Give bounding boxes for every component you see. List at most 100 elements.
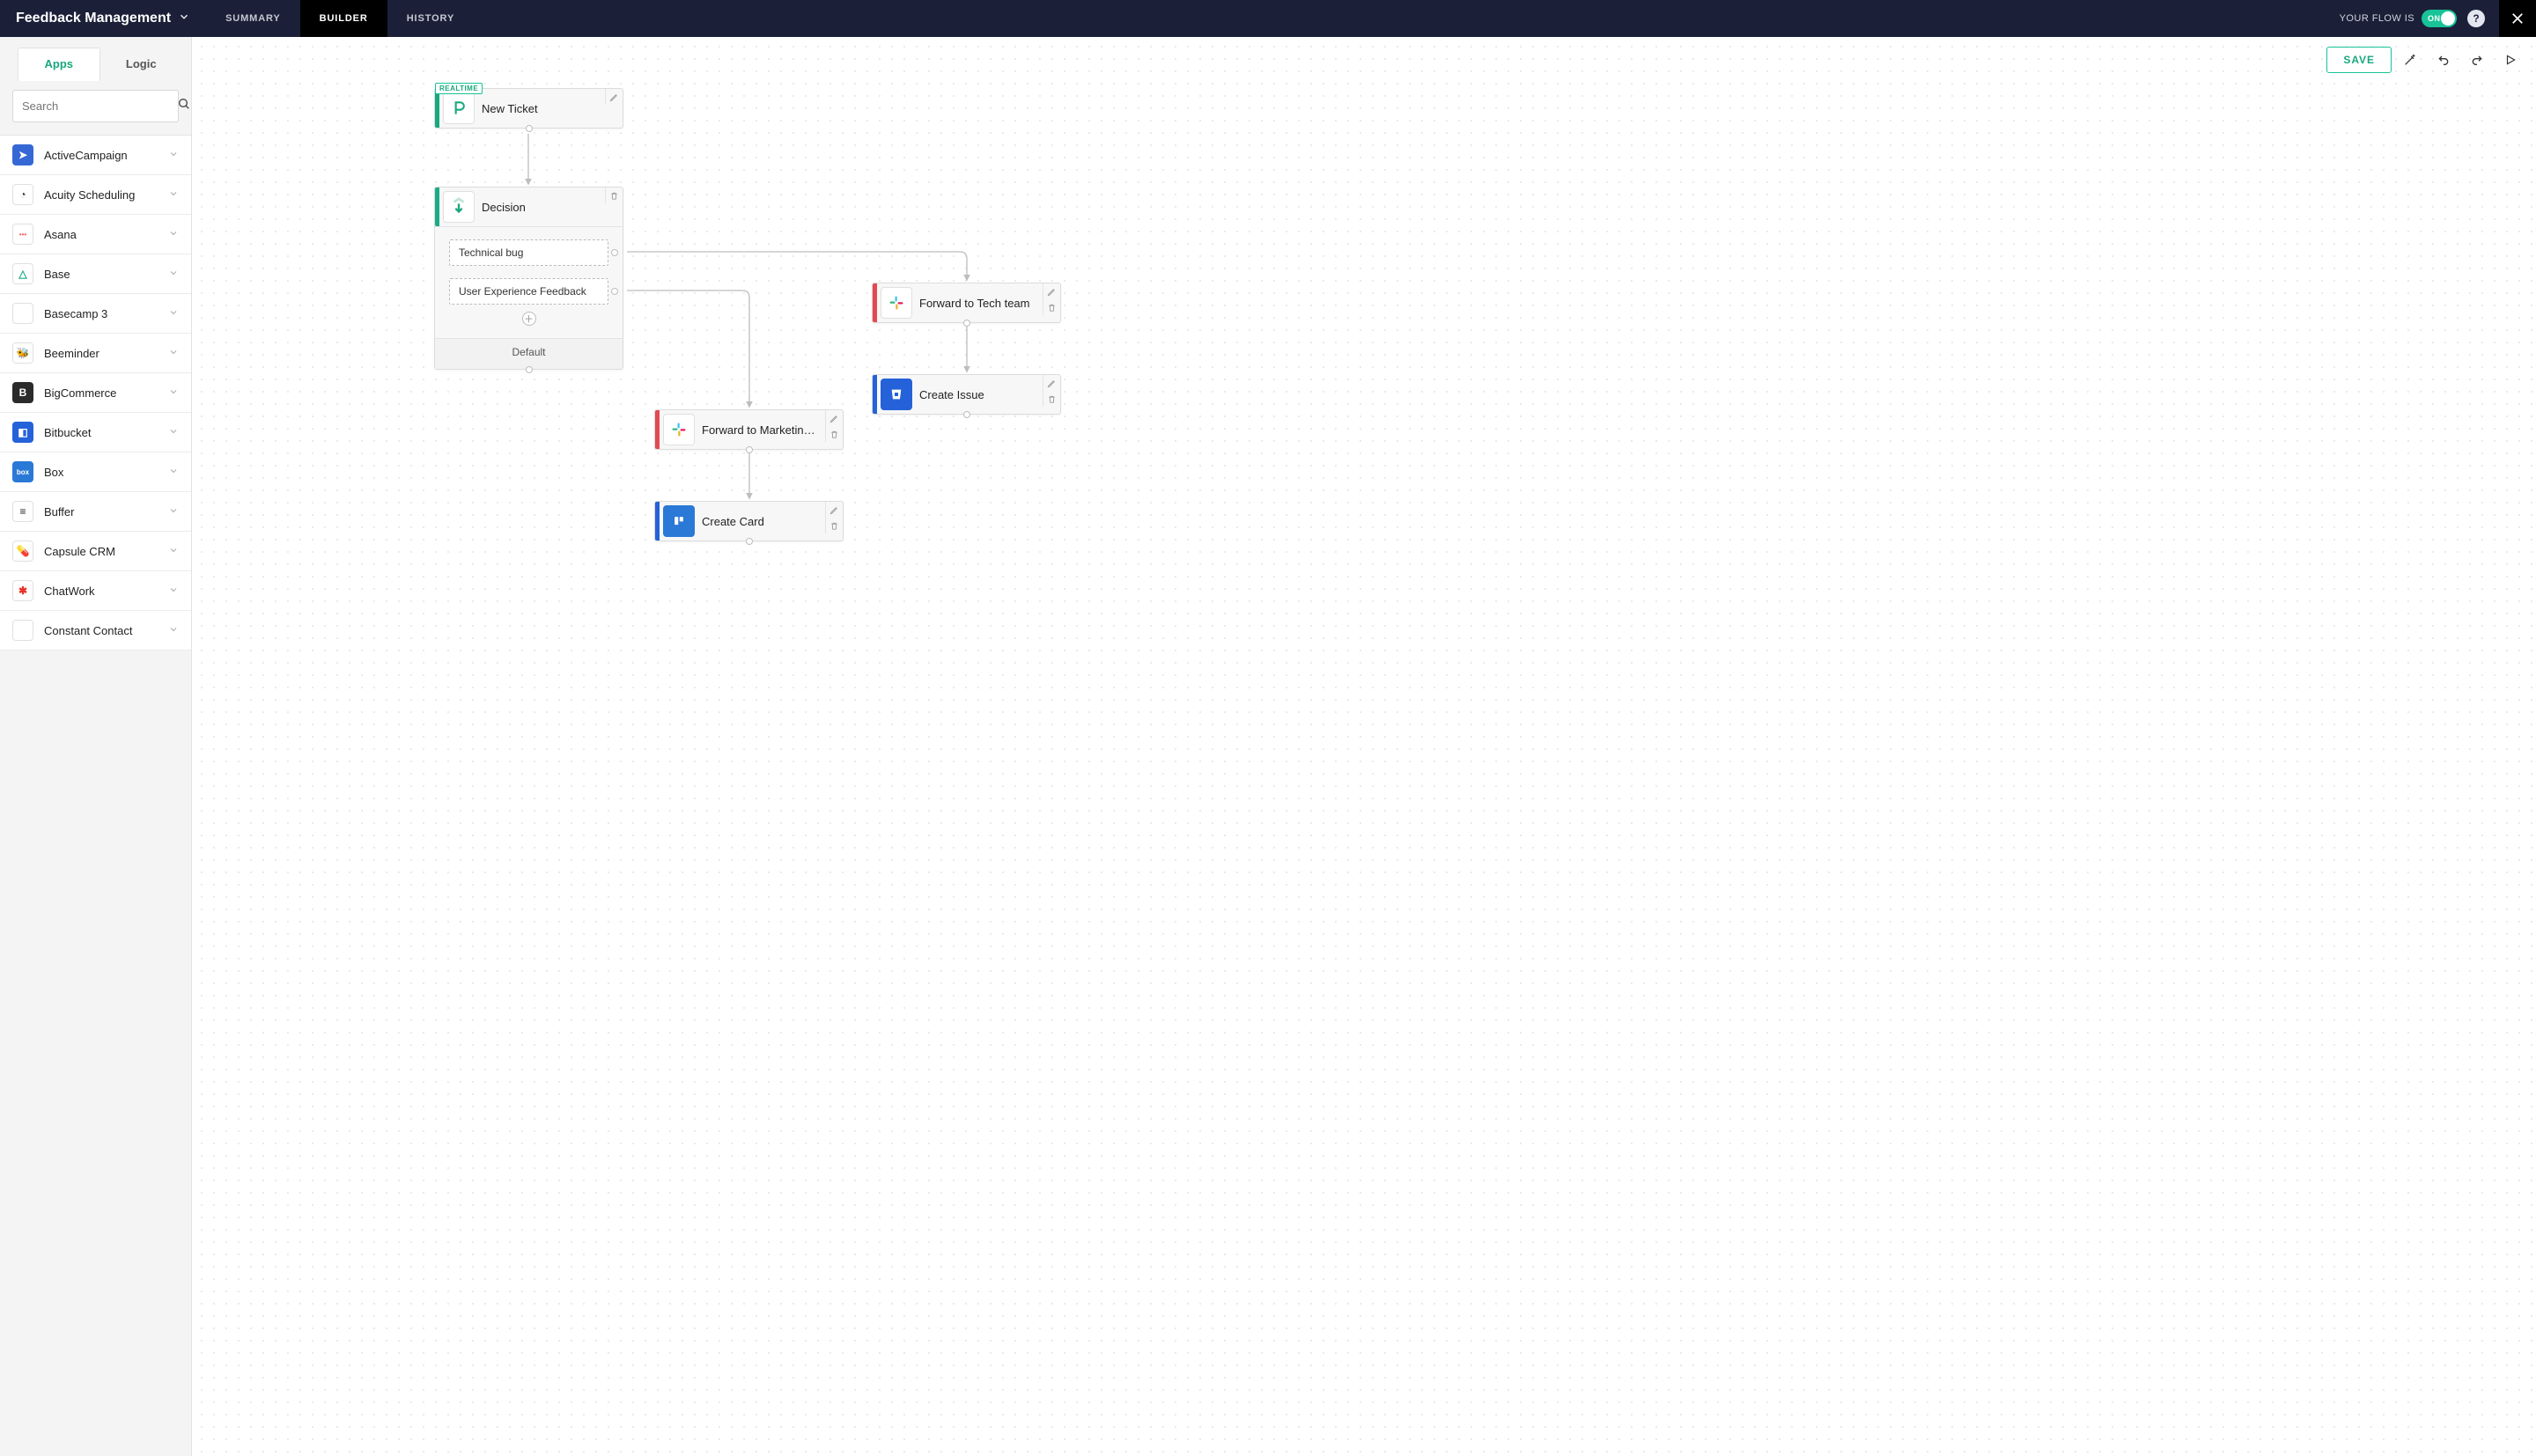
search-input[interactable] (22, 99, 177, 113)
close-button[interactable] (2499, 0, 2536, 37)
delete-icon[interactable] (605, 188, 623, 203)
flow-status: YOUR FLOW IS ON (2340, 10, 2457, 27)
constant-icon: ✉ (12, 620, 33, 641)
app-label: Capsule CRM (44, 545, 115, 558)
app-label: Basecamp 3 (44, 307, 107, 320)
node-forward-tech[interactable]: Forward to Tech team (872, 283, 1061, 323)
activecampaign-icon: ➤ (12, 144, 33, 165)
app-item-acuity[interactable]: ◔Acuity Scheduling (0, 175, 191, 215)
app-item-constant[interactable]: ✉Constant Contact (0, 611, 191, 651)
node-title: Forward to Marketing t... (702, 423, 825, 437)
output-port[interactable] (963, 411, 970, 418)
node-title: Decision (482, 201, 605, 214)
app-item-asana[interactable]: ••• Asana (0, 215, 191, 254)
chevron-down-icon (178, 11, 190, 27)
app-label: Buffer (44, 505, 74, 518)
app-label: Box (44, 466, 63, 479)
add-branch-button[interactable]: ＋ (522, 312, 536, 326)
node-forward-marketing[interactable]: Forward to Marketing t... (654, 409, 844, 450)
app-item-buffer[interactable]: ≡ Buffer (0, 492, 191, 532)
asana-icon: ••• (12, 224, 33, 245)
box-icon: box (12, 461, 33, 482)
branch-label: Technical bug (459, 246, 523, 259)
edit-icon[interactable] (825, 410, 843, 426)
chevron-down-icon (168, 465, 179, 480)
delete-icon[interactable] (825, 518, 843, 533)
canvas[interactable]: SAVE (192, 37, 2536, 1456)
tab-history[interactable]: HISTORY (387, 0, 474, 37)
run-button[interactable] (2495, 46, 2525, 74)
canvas-toolbar: SAVE (2326, 46, 2525, 74)
app-list[interactable]: ➤ ActiveCampaign ◔Acuity Scheduling ••• Asan… (0, 136, 191, 1456)
header-tabs: SUMMARY BUILDER HISTORY (206, 0, 474, 37)
chevron-down-icon (168, 227, 179, 242)
edit-icon[interactable] (605, 89, 623, 105)
delete-icon[interactable] (1043, 391, 1060, 407)
app-label: ActiveCampaign (44, 149, 128, 162)
app-item-bitbucket[interactable]: ◧Bitbucket (0, 413, 191, 452)
branch-technical-bug[interactable]: Technical bug (449, 239, 608, 266)
node-create-card[interactable]: Create Card (654, 501, 844, 541)
chatwork-icon: ✱ (12, 580, 33, 601)
help-button[interactable]: ? (2467, 10, 2485, 27)
edit-icon[interactable] (1043, 283, 1060, 299)
app-label: Base (44, 268, 70, 281)
node-decision[interactable]: Decision Technical bug User Experience F… (434, 187, 623, 370)
chevron-down-icon (168, 267, 179, 282)
default-output-port[interactable] (526, 366, 533, 373)
chevron-down-icon (168, 425, 179, 440)
capsule-icon: 💊 (12, 540, 33, 562)
base-icon: △ (12, 263, 33, 284)
node-trigger[interactable]: REALTIME New Ticket (434, 88, 623, 129)
search-field[interactable] (12, 90, 179, 122)
node-title: Forward to Tech team (919, 297, 1043, 310)
output-port[interactable] (746, 446, 753, 453)
buffer-icon: ≡ (12, 501, 33, 522)
branch-output-port[interactable] (611, 249, 618, 256)
branch-default[interactable]: Default (435, 338, 623, 369)
branch-ux-feedback[interactable]: User Experience Feedback (449, 278, 608, 305)
app-item-basecamp[interactable]: ⛰ Basecamp 3 (0, 294, 191, 334)
app-label: Asana (44, 228, 77, 241)
flow-toggle[interactable]: ON (2422, 10, 2457, 27)
sidebar-tab-logic[interactable]: Logic (100, 48, 183, 81)
toggle-knob (2441, 11, 2455, 26)
node-title: Create Card (702, 515, 825, 528)
flow-title: Feedback Management (16, 11, 171, 26)
edit-icon[interactable] (1043, 375, 1060, 391)
node-create-issue[interactable]: Create Issue (872, 374, 1061, 415)
edit-icon[interactable] (825, 502, 843, 518)
app-label: Bitbucket (44, 426, 91, 439)
sidebar-tab-apps[interactable]: Apps (18, 48, 100, 81)
basecamp-icon: ⛰ (12, 303, 33, 324)
delete-icon[interactable] (1043, 299, 1060, 315)
output-port[interactable] (963, 320, 970, 327)
magic-wand-button[interactable] (2395, 46, 2425, 74)
undo-button[interactable] (2429, 46, 2459, 74)
topbar: Feedback Management SUMMARY BUILDER HIST… (0, 0, 2536, 37)
chevron-down-icon (168, 504, 179, 519)
tab-summary[interactable]: SUMMARY (206, 0, 300, 37)
app-item-box[interactable]: box Box (0, 452, 191, 492)
redo-button[interactable] (2462, 46, 2492, 74)
app-item-base[interactable]: △ Base (0, 254, 191, 294)
app-item-capsule[interactable]: 💊 Capsule CRM (0, 532, 191, 571)
app-item-chatwork[interactable]: ✱ChatWork (0, 571, 191, 611)
app-item-bigcommerce[interactable]: BBigCommerce (0, 373, 191, 413)
delete-icon[interactable] (825, 426, 843, 442)
chevron-down-icon (168, 544, 179, 559)
output-port[interactable] (746, 538, 753, 545)
app-item-beeminder[interactable]: 🐝Beeminder (0, 334, 191, 373)
search-icon (177, 97, 191, 115)
app-icon-slack (881, 287, 912, 319)
node-title: New Ticket (482, 102, 605, 115)
save-button[interactable]: SAVE (2326, 47, 2392, 73)
branch-output-port[interactable] (611, 288, 618, 295)
output-port[interactable] (526, 125, 533, 132)
app-label: Acuity Scheduling (44, 188, 135, 202)
tab-builder[interactable]: BUILDER (300, 0, 387, 37)
branch-label: User Experience Feedback (459, 285, 586, 298)
app-item-activecampaign[interactable]: ➤ ActiveCampaign (0, 136, 191, 175)
sidebar-tabs: Apps Logic (0, 37, 191, 81)
flow-title-dropdown[interactable]: Feedback Management (0, 0, 206, 37)
